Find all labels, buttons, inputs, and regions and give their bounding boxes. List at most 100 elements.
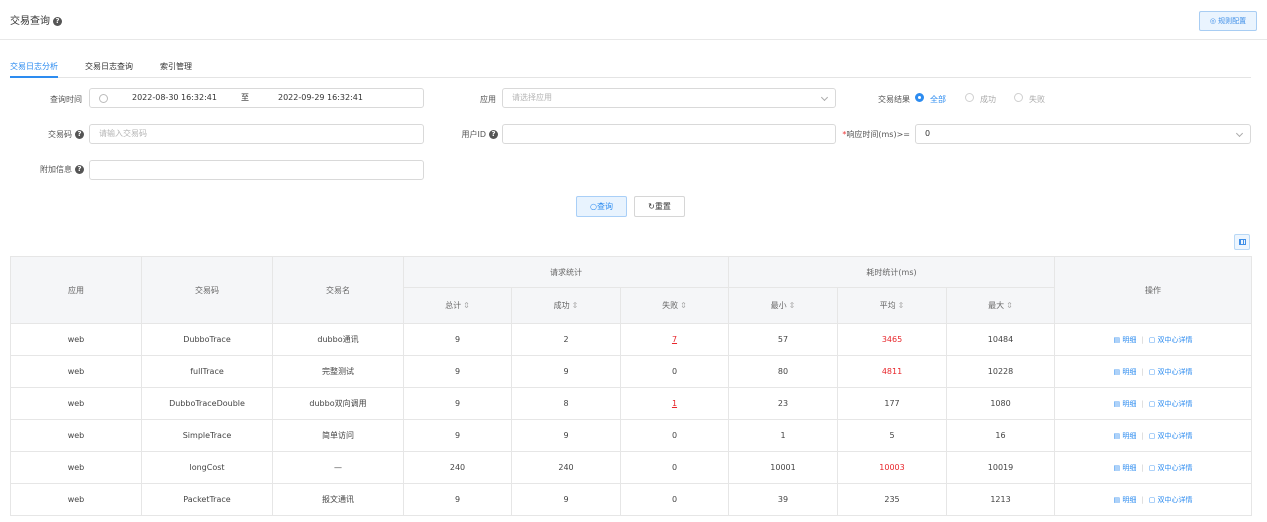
cell-app: web [10, 355, 142, 388]
cell-code-value: fullTrace [190, 367, 224, 376]
cell-fail: 0 [620, 483, 729, 516]
detail-link[interactable]: ▤ 明细 [1113, 368, 1136, 376]
cell-min: 39 [728, 483, 838, 516]
col-total[interactable]: 总计 ⇕ [403, 287, 512, 324]
dual-center-link[interactable]: ▢ 双中心详情 [1149, 464, 1193, 472]
sort-icon[interactable]: ⇕ [898, 301, 905, 310]
dual-center-link[interactable]: ▢ 双中心详情 [1149, 368, 1193, 376]
time-sep: 至 [241, 93, 249, 102]
cell-name-value: 简单访问 [322, 431, 354, 440]
col-max[interactable]: 最大 ⇕ [945, 287, 1056, 324]
stats-table: 应用 交易码 交易名 请求统计 耗时统计(ms) 操作 总计 ⇕ 成功 ⇕ 失败 ⇕ … [10, 256, 1253, 516]
chevron-down-icon [820, 93, 829, 102]
cell-avg: 3465 [837, 323, 947, 356]
cell-fail-value: 0 [671, 463, 678, 472]
dual-center-link[interactable]: ▢ 双中心详情 [1149, 400, 1193, 408]
radio-all[interactable] [915, 93, 924, 102]
dual-center-link[interactable]: ▢ 双中心详情 [1149, 496, 1193, 504]
grid-icon [1239, 239, 1246, 245]
cell-min: 23 [728, 387, 838, 420]
detail-link[interactable]: ▤ 明细 [1113, 336, 1136, 344]
cell-total: 9 [403, 355, 512, 388]
cell-name-value: — [334, 463, 342, 472]
cell-app: web [10, 419, 142, 452]
dual-center-link-label: 双中心详情 [1157, 367, 1193, 376]
col-min[interactable]: 最小 ⇕ [728, 287, 838, 324]
cell-max: 16 [945, 419, 1056, 452]
detail-link-label: 明细 [1122, 431, 1137, 440]
help-icon[interactable]: ? [489, 130, 498, 139]
app-select[interactable]: 请选择应用 [502, 88, 836, 108]
cell-min: 1 [728, 419, 838, 452]
page-title-text: 交易查询 [10, 16, 50, 27]
result-label: 交易结果 [878, 95, 910, 104]
resp-time-select[interactable]: 0 [915, 124, 1251, 144]
column-settings-button[interactable] [1234, 234, 1250, 250]
col-fail[interactable]: 失败 ⇕ [620, 287, 729, 324]
cell-name-value: 报文通讯 [322, 495, 354, 504]
reset-button[interactable]: ↻重置 [634, 196, 685, 217]
cell-name: dubbo双向调用 [272, 387, 404, 420]
cell-fail-value[interactable]: 1 [672, 399, 677, 408]
time-start[interactable]: 2022-08-30 16:32:41 [132, 89, 217, 107]
sort-icon[interactable]: ⇕ [1006, 301, 1013, 310]
cell-max: 1213 [945, 483, 1056, 516]
op-divider: | [1141, 463, 1144, 472]
cell-ops: ▤ 明细 | ▢ 双中心详情 [1054, 355, 1253, 388]
tab-index-manage[interactable]: 索引管理 [160, 61, 192, 78]
help-icon[interactable]: ? [53, 16, 62, 26]
code-input[interactable]: 请输入交易码 [89, 124, 424, 144]
cell-app-value: web [67, 431, 85, 440]
rule-config-button[interactable]: ◎ 规则配置 [1199, 11, 1257, 31]
cell-total: 9 [403, 419, 512, 452]
help-icon[interactable]: ? [75, 165, 84, 174]
radio-all-label[interactable]: 全部 [930, 94, 946, 105]
detail-link[interactable]: ▤ 明细 [1113, 400, 1136, 408]
cell-ops: ▤ 明细 | ▢ 双中心详情 [1054, 323, 1253, 356]
radio-success-label[interactable]: 成功 [980, 94, 996, 105]
radio-success[interactable] [965, 93, 974, 102]
time-end[interactable]: 2022-09-29 16:32:41 [278, 89, 363, 107]
cell-fail-value[interactable]: 7 [672, 335, 677, 344]
top-bar: 交易查询? ◎ 规则配置 [0, 0, 1267, 40]
help-icon[interactable]: ? [75, 130, 84, 139]
detail-link-label: 明细 [1122, 495, 1137, 504]
col-success[interactable]: 成功 ⇕ [511, 287, 621, 324]
col-app: 应用 [10, 256, 142, 324]
col-avg[interactable]: 平均 ⇕ [837, 287, 947, 324]
detail-link[interactable]: ▤ 明细 [1113, 464, 1136, 472]
tab-bar: 交易日志分析 交易日志查询 索引管理 [10, 61, 1251, 78]
query-button[interactable]: ○查询 [576, 196, 627, 217]
table-row: web DubboTrace dubbo通讯 9 2 7 57 3465 10484 ▤ 明细 | ▢… [10, 323, 1253, 356]
sort-icon[interactable]: ⇕ [680, 301, 687, 310]
cell-fail-value: 0 [671, 367, 678, 376]
reset-button-label: 重置 [654, 202, 671, 211]
radio-fail[interactable] [1014, 93, 1023, 102]
user-id-input[interactable] [502, 124, 836, 144]
app-placeholder: 请选择应用 [512, 93, 552, 102]
resp-label: *响应时间(ms)>= [836, 129, 910, 140]
detail-link[interactable]: ▤ 明细 [1113, 496, 1136, 504]
sort-icon[interactable]: ⇕ [463, 301, 470, 310]
cell-name-value: dubbo双向调用 [309, 399, 367, 408]
sort-icon[interactable]: ⇕ [789, 301, 796, 310]
radio-fail-label[interactable]: 失败 [1029, 94, 1045, 105]
tab-log-analysis[interactable]: 交易日志分析 [10, 61, 58, 78]
dual-center-link[interactable]: ▢ 双中心详情 [1149, 432, 1193, 440]
chevron-down-icon [1235, 129, 1244, 138]
sort-icon[interactable]: ⇕ [572, 301, 579, 310]
cell-success-value: 9 [563, 431, 569, 440]
cell-success-value: 9 [563, 495, 569, 504]
cell-app-value: web [67, 367, 85, 376]
cell-name-value: dubbo通讯 [317, 335, 359, 344]
cell-app: web [10, 483, 142, 516]
cell-min-value: 10001 [770, 463, 796, 472]
tab-log-query[interactable]: 交易日志查询 [85, 61, 133, 78]
extra-info-input[interactable] [89, 160, 424, 180]
dual-center-link[interactable]: ▢ 双中心详情 [1149, 336, 1193, 344]
time-range-picker[interactable]: 2022-08-30 16:32:41 至 2022-09-29 16:32:4… [89, 88, 424, 108]
cell-avg-value: 3465 [881, 335, 903, 344]
dual-center-link-label: 双中心详情 [1157, 495, 1193, 504]
cell-success: 9 [511, 355, 621, 388]
detail-link[interactable]: ▤ 明细 [1113, 432, 1136, 440]
